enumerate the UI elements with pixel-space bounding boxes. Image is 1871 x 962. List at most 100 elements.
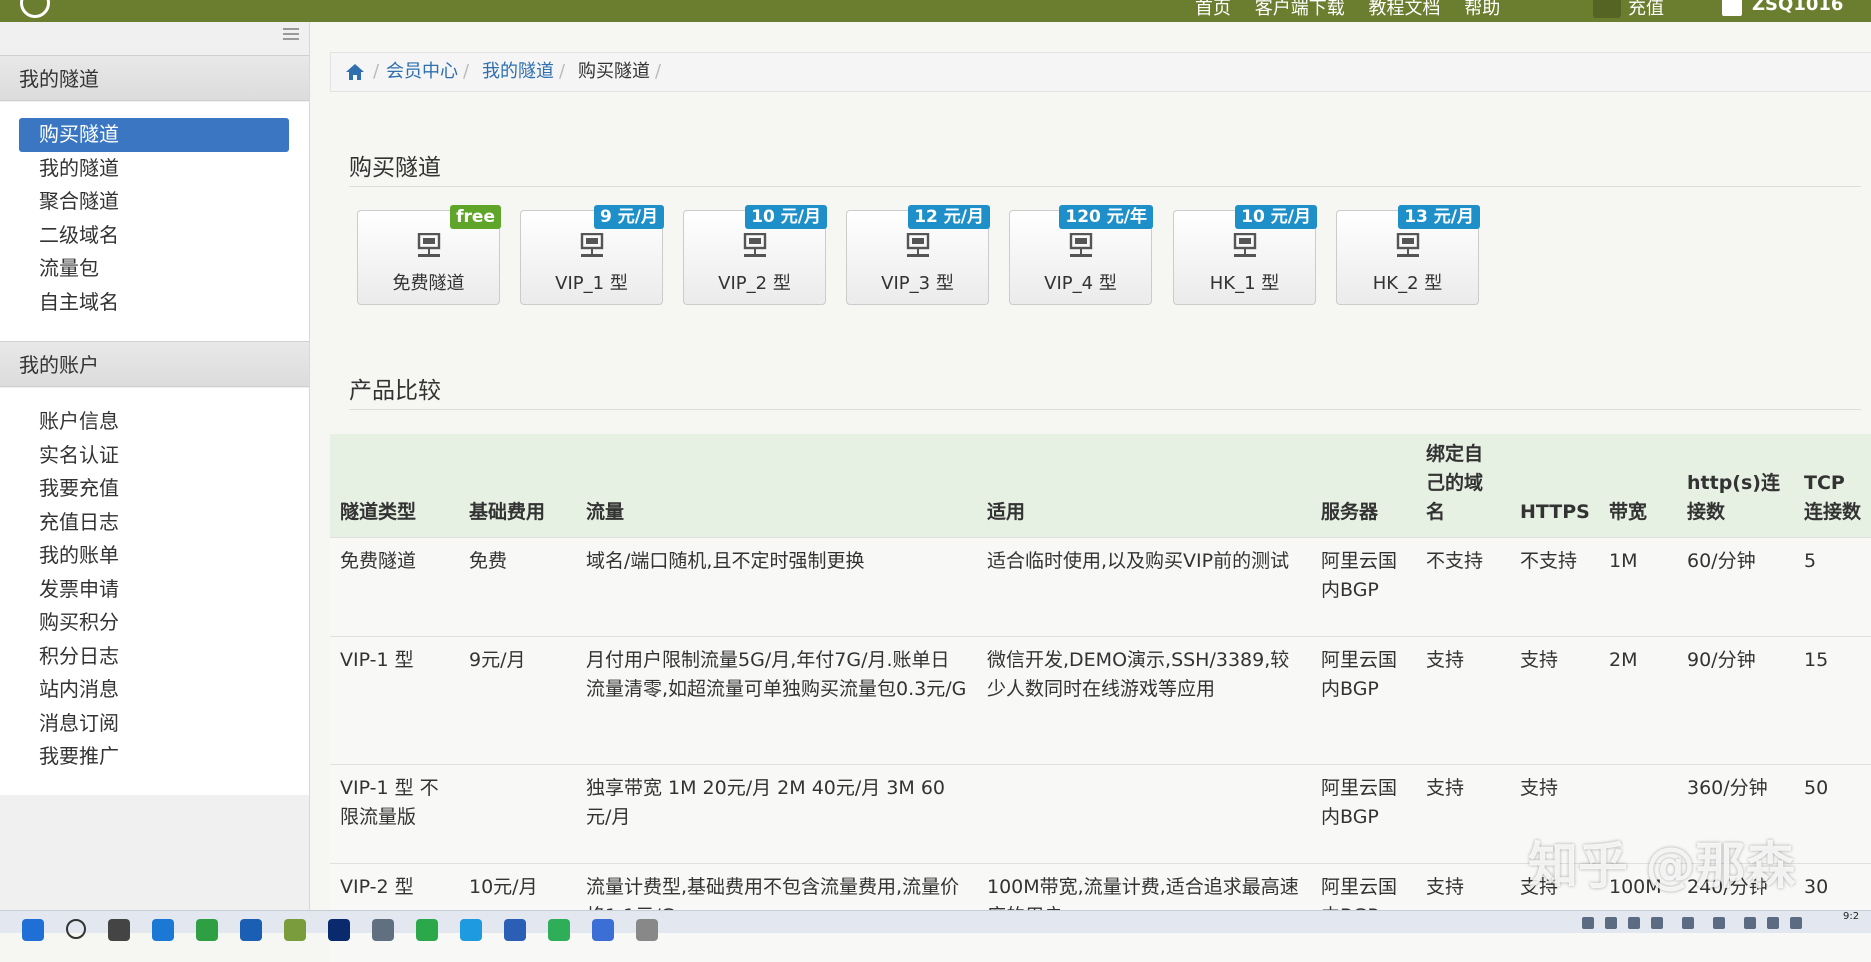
sidebar-item-my-tunnels[interactable]: 我的隧道 — [0, 152, 309, 186]
table-cell: 1M — [1599, 538, 1677, 637]
product-name: VIP_2 型 — [684, 269, 825, 295]
site-logo[interactable] — [20, 0, 50, 18]
sidebar-item-recharge[interactable]: 我要充值 — [0, 472, 309, 506]
store-icon[interactable] — [240, 919, 262, 941]
sidebar-item-subdomain[interactable]: 二级域名 — [0, 219, 309, 253]
product-card[interactable]: 12 元/月VIP_3 型 — [846, 210, 989, 305]
sidebar-item-bills[interactable]: 我的账单 — [0, 539, 309, 573]
product-card[interactable]: 13 元/月HK_2 型 — [1336, 210, 1479, 305]
clock[interactable]: 9:2 — [1843, 911, 1859, 922]
buy-section-title: 购买隧道 — [349, 148, 441, 182]
table-cell: 阿里云国内BGP — [1311, 637, 1416, 765]
sidebar-spacer — [0, 102, 309, 118]
wechat-icon[interactable] — [416, 919, 438, 941]
wallet-icon[interactable] — [1593, 0, 1621, 18]
product-name: VIP_1 型 — [521, 269, 662, 295]
breadcrumb-member-center[interactable]: 会员中心 — [386, 53, 458, 91]
keyboard-icon[interactable] — [1682, 917, 1694, 929]
username-link[interactable]: ZSQ1016 — [1752, 0, 1843, 15]
search-icon[interactable] — [66, 919, 86, 939]
top-nav: 首页 客户端下载 教程文档 帮助 — [1195, 0, 1518, 20]
sidebar: 我的隧道 购买隧道 我的隧道 聚合隧道 二级域名 流量包 自主域名 我的账户 账… — [0, 22, 310, 910]
volume-icon[interactable] — [1767, 917, 1779, 929]
security-icon[interactable] — [504, 919, 526, 941]
start-icon[interactable] — [22, 919, 44, 941]
user-icon[interactable] — [1722, 0, 1742, 16]
table-cell: 50 — [1794, 765, 1871, 864]
excel-icon[interactable] — [548, 919, 570, 941]
os-taskbar: 9:2 — [0, 910, 1871, 933]
table-cell: 2M — [1599, 637, 1677, 765]
breadcrumb: / 会员中心 / 我的隧道 / 购买隧道 / — [330, 52, 1871, 92]
task-view-icon[interactable] — [108, 919, 130, 941]
table-cell: VIP-1 型 不限流量版 — [330, 765, 459, 864]
column-header: 带宽 — [1599, 434, 1677, 538]
table-cell — [459, 765, 576, 864]
table-cell: 月付用户限制流量5G/月,年付7G/月.账单日流量清零,如超流量可单独购买流量包… — [576, 637, 977, 765]
sidebar-item-verification[interactable]: 实名认证 — [0, 439, 309, 473]
sidebar-heading-tunnels[interactable]: 我的隧道 — [0, 55, 309, 101]
product-card[interactable]: 9 元/月VIP_1 型 — [520, 210, 663, 305]
product-name: HK_1 型 — [1174, 269, 1315, 295]
column-header: TCP连接数 — [1794, 434, 1871, 538]
sidebar-item-custom-domain[interactable]: 自主域名 — [0, 286, 309, 320]
editor-icon[interactable] — [328, 919, 350, 941]
table-row: VIP-1 型9元/月月付用户限制流量5G/月,年付7G/月.账单日流量清零,如… — [330, 637, 1871, 765]
sidebar-item-buy-points[interactable]: 购买积分 — [0, 606, 309, 640]
product-card[interactable]: 120 元/年VIP_4 型 — [1009, 210, 1152, 305]
sidebar-item-points-log[interactable]: 积分日志 — [0, 640, 309, 674]
table-row: 免费隧道免费域名/端口随机,且不定时强制更换适合临时使用,以及购买VIP前的测试… — [330, 538, 1871, 637]
table-cell: 免费 — [459, 538, 576, 637]
browser-icon[interactable] — [196, 919, 218, 941]
settings-icon[interactable] — [372, 919, 394, 941]
top-nav-help[interactable]: 帮助 — [1464, 0, 1500, 19]
mail-icon[interactable] — [592, 919, 614, 941]
table-header-row: 隧道类型基础费用流量适用服务器绑定自己的域名HTTPS带宽http(s)连接数T… — [330, 434, 1871, 538]
table-cell: 9元/月 — [459, 637, 576, 765]
battery-icon[interactable] — [1790, 917, 1802, 929]
table-cell: 域名/端口随机,且不定时强制更换 — [576, 538, 977, 637]
compare-section-title: 产品比较 — [349, 371, 441, 405]
sidebar-item-traffic-pack[interactable]: 流量包 — [0, 252, 309, 286]
tray-app-icon[interactable] — [1651, 917, 1663, 929]
sidebar-item-messages[interactable]: 站内消息 — [0, 673, 309, 707]
widgets-icon[interactable] — [152, 919, 174, 941]
server-icon — [1069, 233, 1093, 261]
product-card[interactable]: free免费隧道 — [357, 210, 500, 305]
sidebar-heading-account[interactable]: 我的账户 — [0, 341, 309, 387]
ime-icon[interactable] — [1713, 917, 1725, 929]
column-header: 适用 — [977, 434, 1311, 538]
product-card[interactable]: 10 元/月VIP_2 型 — [683, 210, 826, 305]
sidebar-item-aggregate-tunnels[interactable]: 聚合隧道 — [0, 185, 309, 219]
bluetooth-icon[interactable] — [1582, 917, 1594, 929]
table-cell — [977, 765, 1311, 864]
home-icon[interactable] — [345, 63, 365, 81]
sidebar-item-referral[interactable]: 我要推广 — [0, 740, 309, 774]
top-nav-docs[interactable]: 教程文档 — [1368, 0, 1440, 19]
sidebar-item-buy-tunnel[interactable]: 购买隧道 — [19, 118, 289, 152]
top-nav-home[interactable]: 首页 — [1195, 0, 1231, 19]
recharge-link[interactable]: 充值 — [1628, 0, 1664, 20]
edge-icon[interactable] — [460, 919, 482, 941]
table-cell: 5 — [1794, 538, 1871, 637]
table-cell: 微信开发,DEMO演示,SSH/3389,较少人数同时在线游戏等应用 — [977, 637, 1311, 765]
server-icon — [743, 233, 767, 261]
app-icon[interactable] — [284, 919, 306, 941]
terminal-icon[interactable] — [636, 919, 658, 941]
sidebar-item-recharge-log[interactable]: 充值日志 — [0, 506, 309, 540]
product-card[interactable]: 10 元/月HK_1 型 — [1173, 210, 1316, 305]
sidebar-collapse-icon[interactable] — [283, 28, 299, 40]
tray-app-icon[interactable] — [1628, 917, 1640, 929]
breadcrumb-my-tunnels[interactable]: 我的隧道 — [482, 53, 554, 91]
sidebar-item-account-info[interactable]: 账户信息 — [0, 405, 309, 439]
network-icon[interactable] — [1744, 917, 1756, 929]
breadcrumb-current: 购买隧道 — [578, 53, 650, 91]
tray-app-icon[interactable] — [1605, 917, 1617, 929]
sidebar-item-invoice[interactable]: 发票申请 — [0, 573, 309, 607]
sidebar-tunnel-list: 购买隧道 我的隧道 聚合隧道 二级域名 流量包 自主域名 — [0, 102, 309, 363]
top-nav-client-download[interactable]: 客户端下载 — [1255, 0, 1345, 19]
table-cell: 60/分钟 — [1677, 538, 1794, 637]
sidebar-spacer — [0, 388, 309, 405]
sidebar-item-subscriptions[interactable]: 消息订阅 — [0, 707, 309, 741]
product-name: VIP_4 型 — [1010, 269, 1151, 295]
